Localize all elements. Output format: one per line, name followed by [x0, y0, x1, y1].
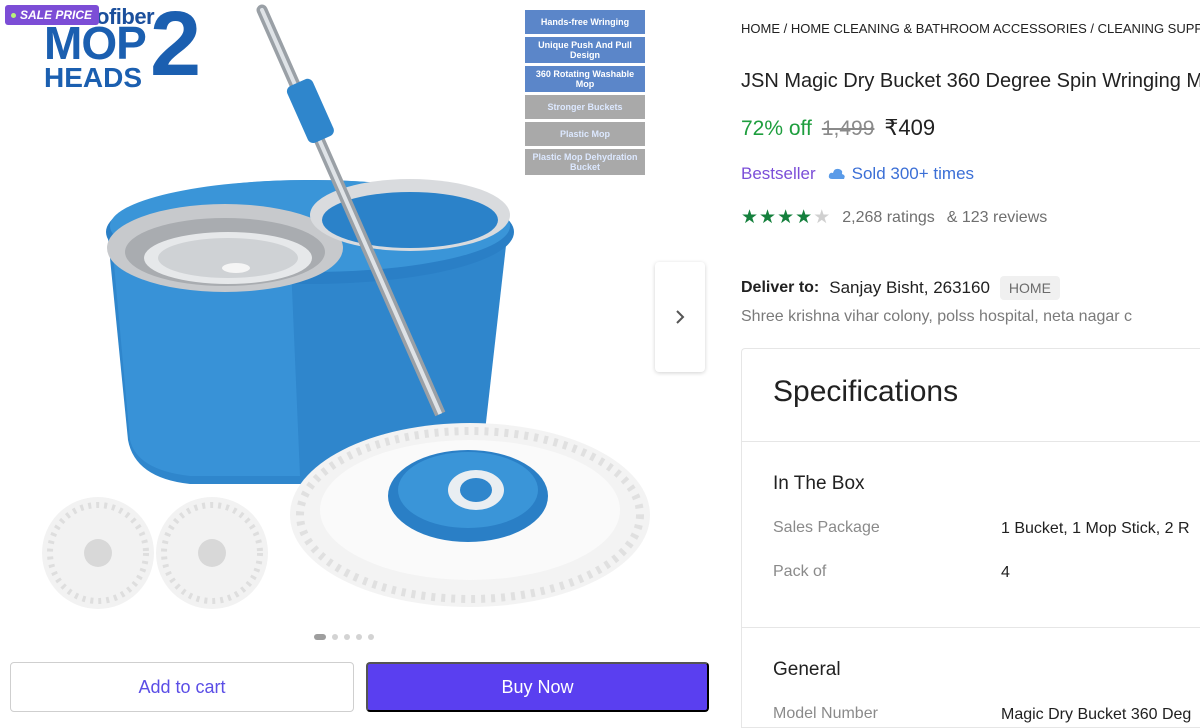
badge-dot-icon: [11, 12, 16, 18]
star-icon: ★: [741, 207, 759, 228]
specifications-title: Specifications: [773, 375, 959, 408]
delivery-address: Shree krishna vihar colony, polss hospit…: [741, 308, 1133, 325]
product-gallery: ofiber MOP HEADS 2 SALE PRICE Hands-free…: [0, 0, 722, 722]
spec-value: 4: [1001, 564, 1010, 581]
carousel-next-button[interactable]: [655, 262, 705, 372]
deliver-to-name: Sanjay Bisht, 263160: [829, 278, 990, 297]
divider: [742, 441, 1200, 442]
specifications-card: Specifications In The Box Sales Package …: [741, 348, 1200, 728]
carousel-dot[interactable]: [332, 634, 338, 640]
spec-value: Magic Dry Bucket 360 Deg: [1001, 706, 1192, 723]
spec-key: Sales Package: [773, 519, 880, 536]
rating-row[interactable]: ★ ★ ★ ★ ★ 2,268 ratings & 123 reviews: [741, 206, 1047, 229]
feature-item: Plastic Mop Dehydration Bucket: [525, 149, 645, 175]
feature-item: Stronger Buckets: [525, 95, 645, 119]
price-row: 72% off 1,499 ₹409: [741, 115, 935, 141]
carousel-dot[interactable]: [368, 634, 374, 640]
carousel-dot[interactable]: [314, 634, 326, 640]
spec-value: 1 Bucket, 1 Mop Stick, 2 R: [1001, 520, 1190, 537]
star-icon: ★: [759, 207, 777, 228]
spec-section-title: General: [773, 659, 841, 680]
cloud-icon: [828, 168, 845, 179]
bestseller-label: Bestseller: [741, 164, 816, 183]
feature-item: 360 Rotating Washable Mop: [525, 66, 645, 92]
brand-text-mop: MOP: [44, 17, 147, 69]
sale-price-badge: SALE PRICE: [5, 5, 100, 25]
product-title: JSN Magic Dry Bucket 360 Degree Spin Wri…: [741, 70, 1200, 92]
spec-key: Model Number: [773, 705, 878, 722]
star-icon: ★: [813, 207, 831, 228]
brand-text-two: 2: [150, 0, 202, 95]
spec-key: Pack of: [773, 563, 827, 580]
sold-count-label: Sold 300+ times: [851, 164, 975, 183]
reviews-count: & 123 reviews: [946, 208, 1048, 226]
badge-row: Bestseller Sold 300+ times: [741, 164, 974, 184]
rating-stars: ★ ★ ★ ★ ★: [741, 206, 830, 229]
feature-item: Plastic Mop: [525, 122, 645, 146]
feature-item: Hands-free Wringing: [525, 10, 645, 34]
carousel-dots: [314, 634, 374, 640]
discount-percent: 72% off: [741, 117, 812, 140]
star-icon: ★: [795, 207, 813, 228]
chevron-right-icon: [676, 310, 685, 324]
buy-now-button[interactable]: Buy Now: [366, 662, 709, 712]
deliver-to-label: Deliver to:: [741, 279, 820, 296]
star-icon: ★: [777, 207, 795, 228]
product-details: HOME / HOME CLEANING & BATHROOM ACCESSOR…: [741, 0, 1200, 728]
brand-text-heads: HEADS: [44, 62, 143, 93]
sold-count: Sold 300+ times: [828, 164, 974, 184]
carousel-dot[interactable]: [356, 634, 362, 640]
feature-item: Unique Push And Pull Design: [525, 37, 645, 63]
divider: [742, 627, 1200, 628]
original-price: 1,499: [821, 117, 875, 140]
add-to-cart-button[interactable]: Add to cart: [10, 662, 354, 712]
feature-list: Hands-free Wringing Unique Push And Pull…: [525, 10, 645, 175]
address-type-tag: HOME: [999, 276, 1060, 300]
spec-section-title: In The Box: [773, 473, 865, 494]
breadcrumb[interactable]: HOME / HOME CLEANING & BATHROOM ACCESSOR…: [741, 21, 1200, 36]
selling-price: ₹409: [884, 115, 936, 140]
ratings-count: 2,268 ratings: [842, 208, 935, 226]
delivery-row[interactable]: Deliver to: Sanjay Bisht, 263160 HOME: [741, 276, 1060, 300]
carousel-dot[interactable]: [344, 634, 350, 640]
sale-price-label: SALE PRICE: [20, 8, 93, 22]
